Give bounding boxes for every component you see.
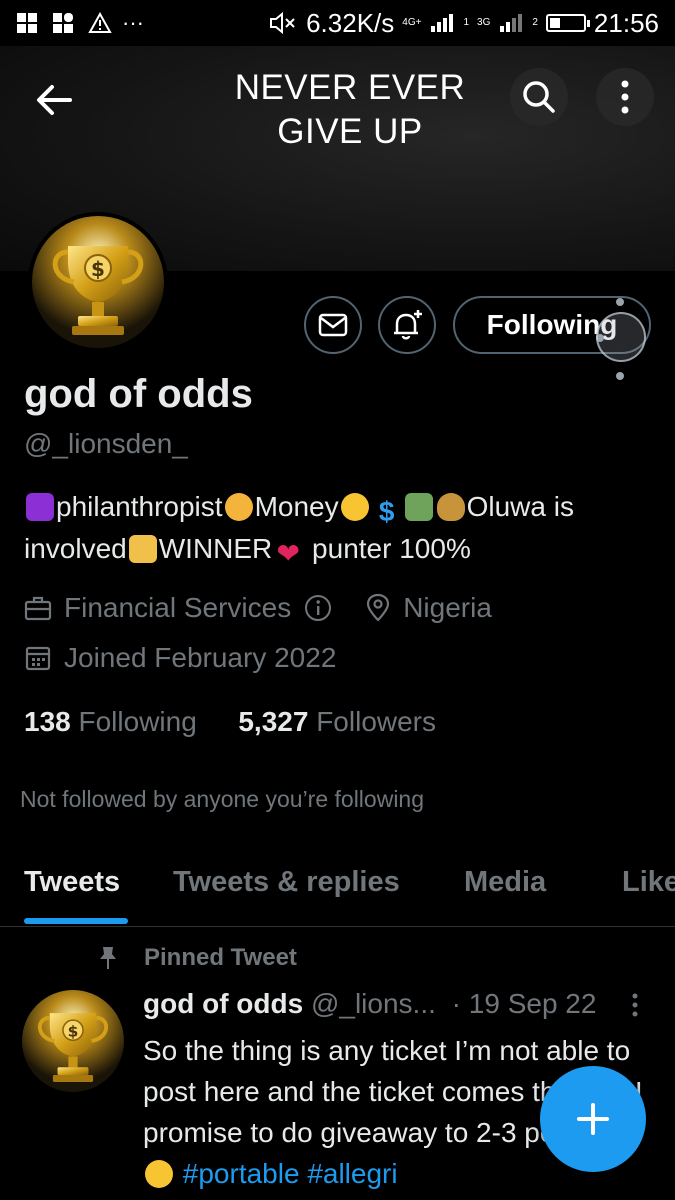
tweet-date[interactable]: 19 Sep 22 — [469, 988, 597, 1019]
praying-hands-emoji-icon — [128, 535, 157, 563]
tweet-author-avatar[interactable]: $ — [22, 990, 124, 1092]
pinned-tweet-label: Pinned Tweet — [96, 944, 297, 972]
bio-part: punter 100% — [304, 533, 471, 564]
dollar-sign-emoji-icon: $ — [378, 496, 395, 527]
trophy-avatar-image: $ — [22, 990, 124, 1092]
briefcase-icon — [24, 596, 52, 621]
status-bar-left: ··· — [16, 10, 144, 36]
following-stat[interactable]: 138 Following — [24, 706, 197, 737]
svg-text:$: $ — [68, 1022, 79, 1040]
profile-joined: Joined February 2022 — [64, 642, 337, 673]
grin-emoji-icon — [145, 1160, 173, 1188]
tab-likes[interactable]: Likes — [622, 866, 675, 899]
info-icon[interactable] — [303, 593, 333, 623]
tab-tweets-and-replies[interactable]: Tweets & replies — [173, 866, 400, 899]
app-notification-icon — [17, 13, 37, 33]
tab-tweets[interactable]: Tweets — [24, 866, 120, 899]
handshake-emoji-icon — [224, 493, 253, 521]
tweet-hashtags[interactable]: #portable #allegri — [183, 1158, 398, 1189]
location-pin-icon — [367, 593, 390, 622]
profile-bio: philanthropist Money $ Oluwa is involved WIN… — [24, 486, 654, 570]
signal-1-label: 4G+ — [402, 17, 422, 28]
back-button[interactable] — [30, 76, 78, 124]
followers-stat-label: Followers — [316, 706, 437, 737]
tweet-author-name[interactable]: god of odds — [143, 988, 303, 1019]
calendar-icon — [25, 646, 51, 671]
more-options-button[interactable] — [596, 68, 654, 126]
warning-icon — [88, 12, 112, 33]
status-bar: ··· 6.32K/s 4G+ 1 3G 2 21:56 — [0, 0, 675, 46]
profile-name: god of odds — [24, 372, 253, 416]
profile-joined-row: Joined February 2022 — [24, 642, 336, 674]
clock: 21:56 — [593, 7, 659, 38]
signal-2-icon — [500, 14, 523, 32]
touch-indicator-dot — [616, 298, 624, 306]
more-vertical-icon — [621, 80, 629, 114]
following-stat-label: Following — [78, 706, 197, 737]
network-speed: 6.32K/s — [306, 7, 395, 38]
heart-emoji-icon: ❤ — [276, 538, 301, 569]
followers-stat[interactable]: 5,327 Followers — [238, 706, 436, 737]
not-followed-note: Not followed by anyone you’re following — [20, 786, 425, 812]
profile-category: Financial Services — [64, 592, 292, 623]
profile-handle: @_lionsden_ — [24, 428, 188, 459]
tweet-separator: · — [451, 988, 461, 1019]
mute-icon — [270, 11, 295, 35]
active-tab-indicator — [24, 918, 128, 924]
banner-text: NEVER EVER GIVE UP — [234, 68, 466, 151]
mail-icon — [318, 313, 348, 337]
money-mouth-emoji-icon — [340, 493, 369, 521]
sim-1-label: 1 — [463, 17, 470, 28]
bio-part: Money — [254, 491, 339, 522]
tab-media[interactable]: Media — [464, 866, 546, 899]
following-count: 138 — [24, 706, 71, 737]
profile-tabs: Tweets Tweets & replies Media Likes — [0, 860, 675, 927]
svg-text:$: $ — [91, 257, 105, 281]
profile-stats: 138 Following 5,327 Followers — [24, 706, 436, 738]
elevator-emoji-icon — [26, 493, 54, 521]
pinned-tweet-text: Pinned Tweet — [144, 944, 297, 971]
profile-meta-row: Financial Services Nigeria — [24, 592, 492, 624]
signal-2-label: 3G — [477, 17, 491, 28]
bio-part: WINNER — [158, 533, 273, 564]
notifications-button[interactable] — [378, 296, 436, 354]
app-notification-icon — [53, 13, 73, 33]
tweet-more-button[interactable] — [628, 990, 642, 1025]
profile-location: Nigeria — [403, 592, 492, 623]
more-vertical-icon — [632, 993, 638, 1017]
more-notifications-icon: ··· — [122, 10, 144, 35]
search-button[interactable] — [510, 68, 568, 126]
compose-tweet-button[interactable] — [540, 1066, 646, 1172]
profile-avatar[interactable]: $ — [28, 212, 168, 352]
bio-part: philanthropist — [56, 491, 223, 522]
tweet-author-handle[interactable]: @_lions... — [311, 988, 436, 1019]
battery-icon — [545, 14, 590, 32]
pin-icon — [100, 947, 116, 969]
message-button[interactable] — [304, 296, 362, 354]
touch-indicator — [596, 312, 646, 362]
bell-plus-icon — [394, 310, 422, 340]
signal-1-icon — [431, 14, 454, 32]
back-arrow-icon — [37, 85, 72, 115]
trophy-avatar-image: $ — [32, 216, 164, 348]
money-bag-emoji-icon — [436, 493, 465, 521]
touch-indicator-dot — [616, 372, 624, 380]
status-bar-right: 6.32K/s 4G+ 1 3G 2 21:56 — [268, 8, 659, 39]
battery-level — [549, 18, 560, 28]
sim-2-label: 2 — [532, 17, 538, 28]
compose-plus-icon — [577, 1103, 609, 1135]
followers-count: 5,327 — [238, 706, 309, 737]
money-wings-emoji-icon — [404, 493, 433, 521]
tweet-header: god of odds @_lions... · 19 Sep 22 — [143, 988, 596, 1020]
search-icon — [523, 81, 555, 113]
